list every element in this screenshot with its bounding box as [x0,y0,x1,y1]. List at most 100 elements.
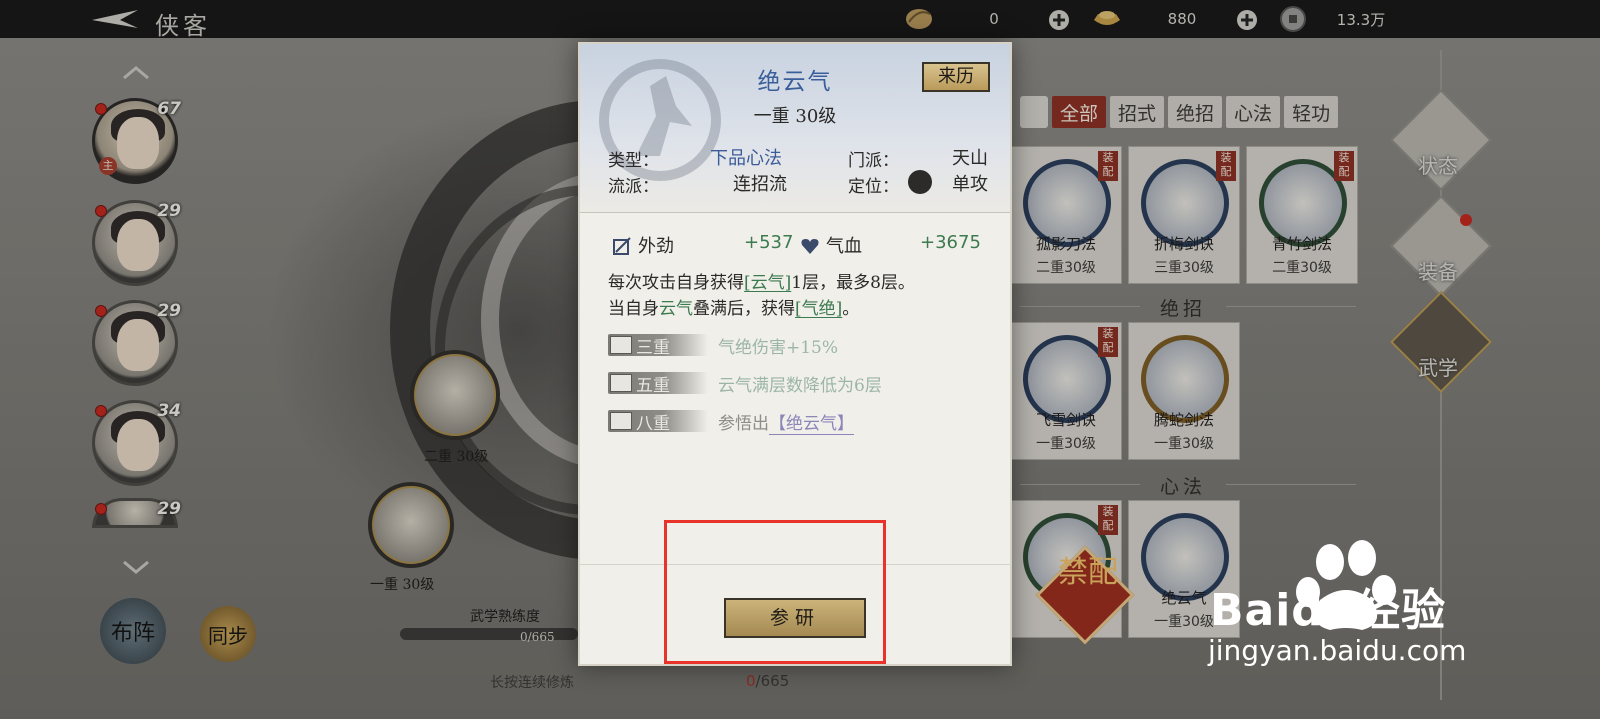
keyword-cloud-qi[interactable]: [云气] [744,273,791,293]
skill-card-name: 飞雪剑诀 [1035,411,1096,429]
hero-face [117,419,159,471]
tab-ultimate[interactable]: 绝招 [1168,96,1223,128]
sync-label: 同步 [208,623,248,648]
outer-force-icon [613,237,631,255]
popup-divider [580,212,1010,213]
skill-slot-circle[interactable] [368,482,454,568]
desc-text: 当自身 [608,299,659,319]
hold-hint: 长按连续修炼 [490,675,574,691]
tier-effect: 气绝伤害+15% [718,338,839,358]
outer-force-value: +537 [744,232,794,253]
section-divider [1020,484,1140,485]
item-count-total: /665 [755,672,790,690]
currency-gold-value: 880 [1167,10,1197,28]
section-inner-heading: 心法 [1160,476,1207,498]
hero-avatar[interactable]: 29 [92,300,181,386]
tab-inner-art[interactable]: 心法 [1226,96,1281,128]
hero-avatar[interactable]: 67 主 [92,98,181,184]
skill-card-name: 折梅剑诀 [1153,235,1214,253]
equipped-badge: 装配 [1216,151,1236,181]
side-nav-equipment-label: 装备 [1418,260,1458,284]
skill-slot-level: 一重 30级 [370,577,435,593]
notification-dot [95,305,107,317]
tier-effect: 参悟出【绝云气】 [718,409,854,435]
equipped-badge: 装配 [1334,151,1354,181]
hero-level: 67 [157,99,181,119]
skill-card[interactable]: 装配 青竹剑法 二重30级 [1246,146,1358,284]
add-gold-icon[interactable] [1236,9,1258,31]
desc-text: 。 [842,299,860,319]
formation-button[interactable]: 布阵 [100,598,166,664]
keyword-qi-jue[interactable]: [气绝] [795,299,842,319]
sect-value: 天山 [952,148,988,169]
origin-button[interactable]: 来历 [922,62,990,92]
skill-card-level: 三重30级 [1154,260,1214,276]
skill-slot-level: 二重 30级 [424,449,489,465]
hero-level: 34 [157,401,181,421]
role-label: 定位： [848,177,899,197]
tier-name: 八重 [636,414,670,434]
item-count-have: 0 [746,672,756,690]
back-brush-icon[interactable] [90,8,140,30]
currency-leaf-value: 0 [989,10,999,28]
forbid-stamp-text: 禁配 [1058,555,1118,590]
mastery-value: 0/665 [520,630,555,644]
type-label: 类型： [608,151,659,171]
notification-dot [95,103,107,115]
hero-avatar[interactable]: 29 [92,200,181,286]
book-icon [610,374,632,392]
notification-dot [95,205,107,217]
roster-scroll-down-icon[interactable] [122,560,150,574]
filter-tabs: 全部 招式 绝招 心法 轻功 [1020,96,1339,128]
skill-slot-circle[interactable] [410,350,500,440]
hero-avatar[interactable]: 29 [92,498,181,528]
desc-text: 叠满后，获得 [693,299,795,319]
tier-name: 三重 [636,338,670,358]
currency-coin-value: 13.3万 [1336,10,1386,29]
notification-dot [95,405,107,417]
list-view-icon[interactable] [1020,96,1048,128]
skill-card[interactable]: 装配 折梅剑诀 三重30级 [1128,146,1240,284]
watermark-brand: Baidu经验 [1210,585,1447,636]
book-icon [610,336,632,354]
popup-skill-level: 一重 30级 [753,106,837,127]
hero-main-tag: 主 [99,157,117,175]
hero-level: 29 [157,301,181,321]
section-divider [1226,484,1356,485]
tier-row: 五重 云气满层数降低为6层 [608,370,988,396]
skill-card[interactable]: 腾蛇剑法 一重30级 [1128,322,1240,460]
currency-leaf: 0 [904,6,999,32]
skill-card-name: 腾蛇剑法 [1153,411,1214,429]
tab-all[interactable]: 全部 [1052,96,1107,128]
skill-card-level: 二重30级 [1036,260,1096,276]
leaf-token-icon [906,9,932,29]
skill-card[interactable]: 装配 孤影刀法 二重30级 [1010,146,1122,284]
tier-effect-link[interactable]: 【绝云气】 [769,414,854,435]
equipped-badge: 装配 [1098,327,1118,357]
side-nav-status-label: 状态 [1418,154,1458,178]
tab-lightness[interactable]: 轻功 [1284,96,1339,128]
notification-dot [95,503,107,515]
top-bar: 侠客 0 880 13.3万 [0,0,1600,40]
tier-effect: 云气满层数降低为6层 [718,376,882,396]
coin-icon [1280,6,1306,32]
mastery-label: 武学熟练度 [470,609,540,625]
hero-avatar[interactable]: 34 [92,400,181,486]
roster-scroll-up-icon[interactable] [122,66,150,80]
hero-level: 29 [157,201,181,221]
tier-name: 五重 [636,376,670,396]
formation-label: 布阵 [110,621,155,646]
sync-button[interactable]: 同步 [200,606,256,662]
skill-card[interactable]: 装配 飞雪剑诀 一重30级 [1010,322,1122,460]
keyword-cloud-qi-plain: 云气 [659,299,693,319]
watermark-url: jingyan.baidu.com [1208,634,1467,667]
section-divider [1226,306,1356,307]
add-leaf-icon[interactable] [1048,9,1070,31]
highlight-annotation-box [664,520,886,664]
outer-force-label: 外劲 [638,236,674,257]
book-icon [610,412,632,430]
gold-ingot-icon [1094,11,1120,25]
tab-moves[interactable]: 招式 [1110,96,1165,128]
style-label: 流派： [608,177,659,197]
item-count: 0/665 [746,672,789,690]
